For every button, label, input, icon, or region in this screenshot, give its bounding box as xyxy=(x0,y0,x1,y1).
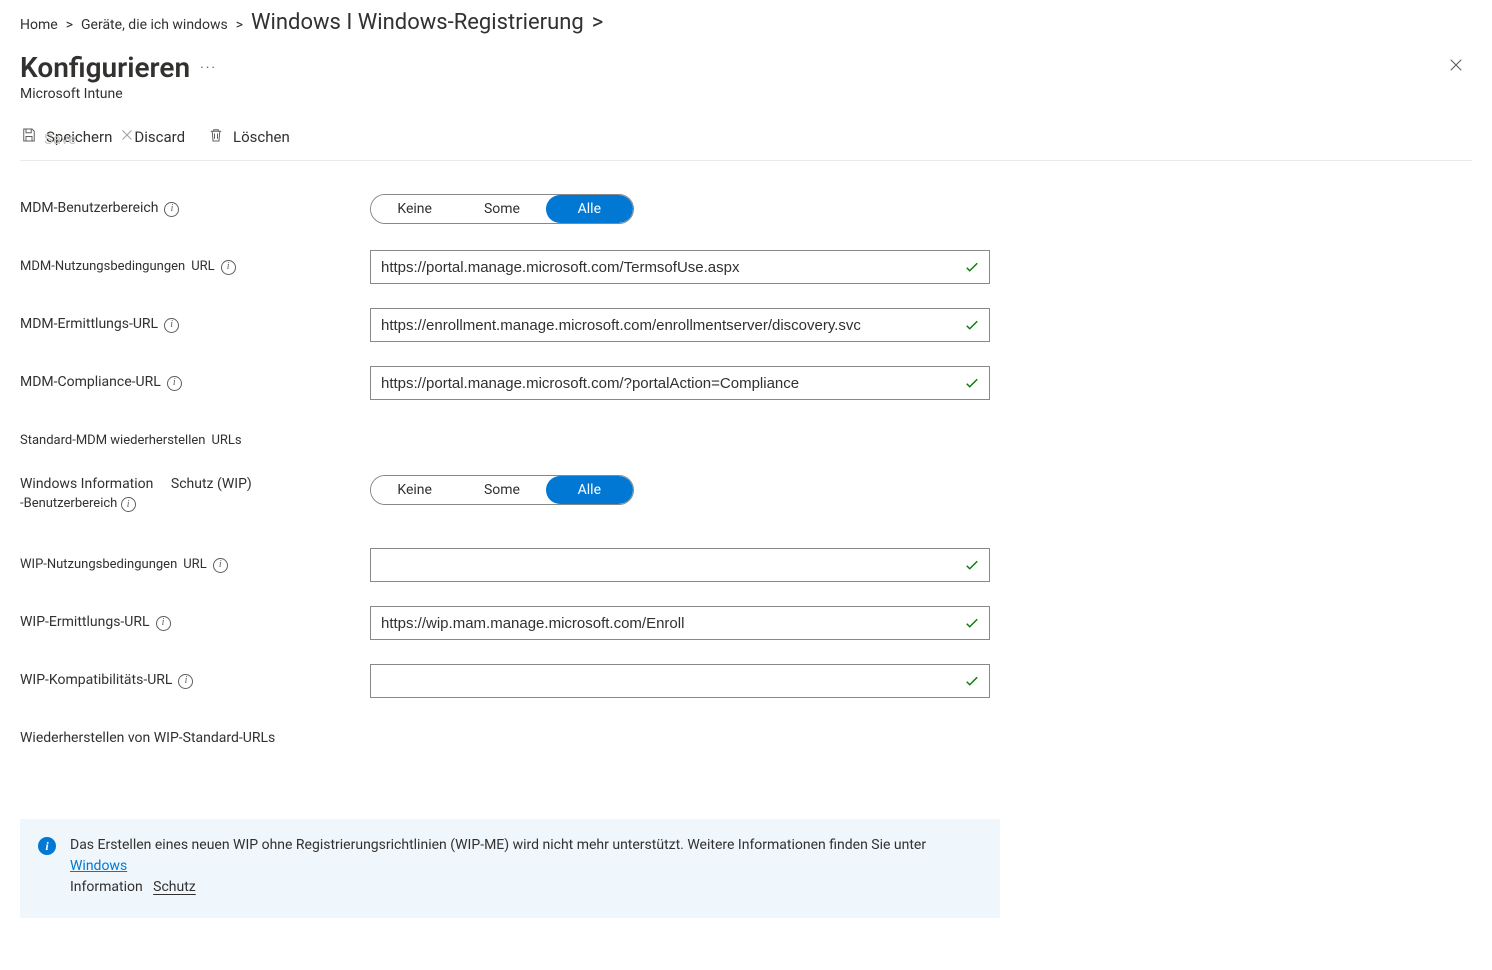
info-icon[interactable]: i xyxy=(121,497,136,512)
label-wip-terms-sub: URL xyxy=(183,556,206,574)
label-mdm-terms-sub: URL xyxy=(191,258,214,276)
info-icon[interactable]: i xyxy=(221,260,236,275)
info-icon[interactable]: i xyxy=(167,376,182,391)
breadcrumb-windows-enrollment[interactable]: Windows I Windows-Registrierung xyxy=(251,10,584,35)
page-subtitle: Microsoft Intune xyxy=(20,86,217,102)
wip-discovery-url-input[interactable] xyxy=(381,615,963,632)
form-area: MDM-Benutzerbereich i Keine Some Alle MD… xyxy=(20,185,1472,763)
row-wip-compliance-url: WIP-Kompatibilitäts-URL i xyxy=(20,657,1472,705)
wip-scope-none[interactable]: Keine xyxy=(371,476,458,504)
label-mdm-restore[interactable]: Standard-MDM wiederherstellen xyxy=(20,432,205,450)
breadcrumb: Home > Geräte, die ich windows > Windows… xyxy=(20,10,1472,35)
page-title: Konfigurieren xyxy=(20,51,190,84)
trash-icon xyxy=(207,126,225,148)
row-mdm-compliance-url: MDM-Compliance-URL i xyxy=(20,359,1472,407)
info-icon[interactable]: i xyxy=(178,674,193,689)
row-wip-user-scope: Windows Information Schutz (WIP) -Benutz… xyxy=(20,475,1472,531)
mdm-discovery-url-field[interactable] xyxy=(370,308,990,342)
mdm-scope-toggle[interactable]: Keine Some Alle xyxy=(370,194,634,224)
label-wip-scope-l1: Windows Information xyxy=(20,476,153,492)
check-icon xyxy=(963,556,981,574)
breadcrumb-devices[interactable]: Geräte, die ich windows xyxy=(81,17,228,33)
label-wip-scope-l2: Schutz (WIP) xyxy=(171,476,252,492)
save-label: Speichern xyxy=(46,128,112,146)
close-button[interactable] xyxy=(1440,51,1472,83)
mdm-scope-some[interactable]: Some xyxy=(458,195,545,223)
discard-icon xyxy=(118,126,136,148)
wip-scope-all[interactable]: Alle xyxy=(546,476,633,504)
breadcrumb-sep: > xyxy=(236,17,243,33)
mdm-terms-url-input[interactable] xyxy=(381,259,963,276)
label-wip-restore[interactable]: Wiederherstellen von WIP-Standard-URLs xyxy=(20,729,275,749)
label-wip-scope-l3: -Benutzerbereich xyxy=(20,496,117,511)
page-header: Konfigurieren ··· Microsoft Intune xyxy=(20,51,1472,102)
discard-label: Discard xyxy=(134,128,185,146)
info-icon[interactable]: i xyxy=(164,202,179,217)
close-icon xyxy=(1447,56,1465,78)
save-icon xyxy=(20,126,38,148)
row-mdm-discovery-url: MDM-Ermittlungs-URL i xyxy=(20,301,1472,349)
label-mdm-user-scope: MDM-Benutzerbereich xyxy=(20,199,158,219)
info-banner-link[interactable]: Windows xyxy=(70,858,127,874)
row-wip-terms-url: WIP-Nutzungsbedingungen URL i xyxy=(20,541,1472,589)
row-wip-discovery-url: WIP-Ermittlungs-URL i xyxy=(20,599,1472,647)
label-wip-compliance: WIP-Kompatibilitäts-URL xyxy=(20,671,172,691)
row-mdm-user-scope: MDM-Benutzerbereich i Keine Some Alle xyxy=(20,185,1472,233)
delete-label: Löschen xyxy=(233,128,290,146)
wip-terms-url-input[interactable] xyxy=(381,557,963,574)
mdm-terms-url-field[interactable] xyxy=(370,250,990,284)
wip-terms-url-field[interactable] xyxy=(370,548,990,582)
check-icon xyxy=(963,316,981,334)
info-banner: i Das Erstellen eines neuen WIP ohne Reg… xyxy=(20,819,1000,918)
info-icon[interactable]: i xyxy=(164,318,179,333)
label-wip-terms: WIP-Nutzungsbedingungen xyxy=(20,556,177,574)
wip-scope-some[interactable]: Some xyxy=(458,476,545,504)
breadcrumb-sep: > xyxy=(66,17,73,33)
wip-scope-toggle[interactable]: Keine Some Alle xyxy=(370,475,634,505)
info-banner-icon: i xyxy=(38,837,56,855)
delete-button[interactable]: Löschen xyxy=(207,126,290,148)
mdm-scope-all[interactable]: Alle xyxy=(546,195,633,223)
wip-discovery-url-field[interactable] xyxy=(370,606,990,640)
row-wip-restore-urls: Wiederherstellen von WIP-Standard-URLs xyxy=(20,715,1472,763)
check-icon xyxy=(963,374,981,392)
wip-compliance-url-input[interactable] xyxy=(381,673,963,690)
info-icon[interactable]: i xyxy=(213,558,228,573)
mdm-scope-none[interactable]: Keine xyxy=(371,195,458,223)
label-mdm-compliance: MDM-Compliance-URL xyxy=(20,373,161,393)
breadcrumb-sep: > xyxy=(592,10,604,35)
more-actions-button[interactable]: ··· xyxy=(200,60,217,76)
label-mdm-terms: MDM-Nutzungsbedingungen xyxy=(20,258,185,276)
check-icon xyxy=(963,258,981,276)
check-icon xyxy=(963,672,981,690)
mdm-compliance-url-input[interactable] xyxy=(381,375,963,392)
mdm-compliance-url-field[interactable] xyxy=(370,366,990,400)
mdm-discovery-url-input[interactable] xyxy=(381,317,963,334)
row-mdm-restore-urls: Standard-MDM wiederherstellen URLs xyxy=(20,417,1472,465)
label-wip-discovery: WIP-Ermittlungs-URL xyxy=(20,613,150,633)
row-mdm-terms-url: MDM-Nutzungsbedingungen URL i xyxy=(20,243,1472,291)
label-mdm-restore-sub: URLs xyxy=(211,432,241,450)
info-banner-text: Das Erstellen eines neuen WIP ohne Regis… xyxy=(70,835,982,898)
toolbar: Speichern Save Discard Löschen xyxy=(20,126,1472,161)
label-mdm-discovery: MDM-Ermittlungs-URL xyxy=(20,315,158,335)
info-icon[interactable]: i xyxy=(156,616,171,631)
check-icon xyxy=(963,614,981,632)
breadcrumb-home[interactable]: Home xyxy=(20,17,58,33)
discard-button[interactable]: Discard xyxy=(134,128,185,146)
wip-compliance-url-field[interactable] xyxy=(370,664,990,698)
save-button[interactable]: Speichern Save xyxy=(20,126,112,148)
